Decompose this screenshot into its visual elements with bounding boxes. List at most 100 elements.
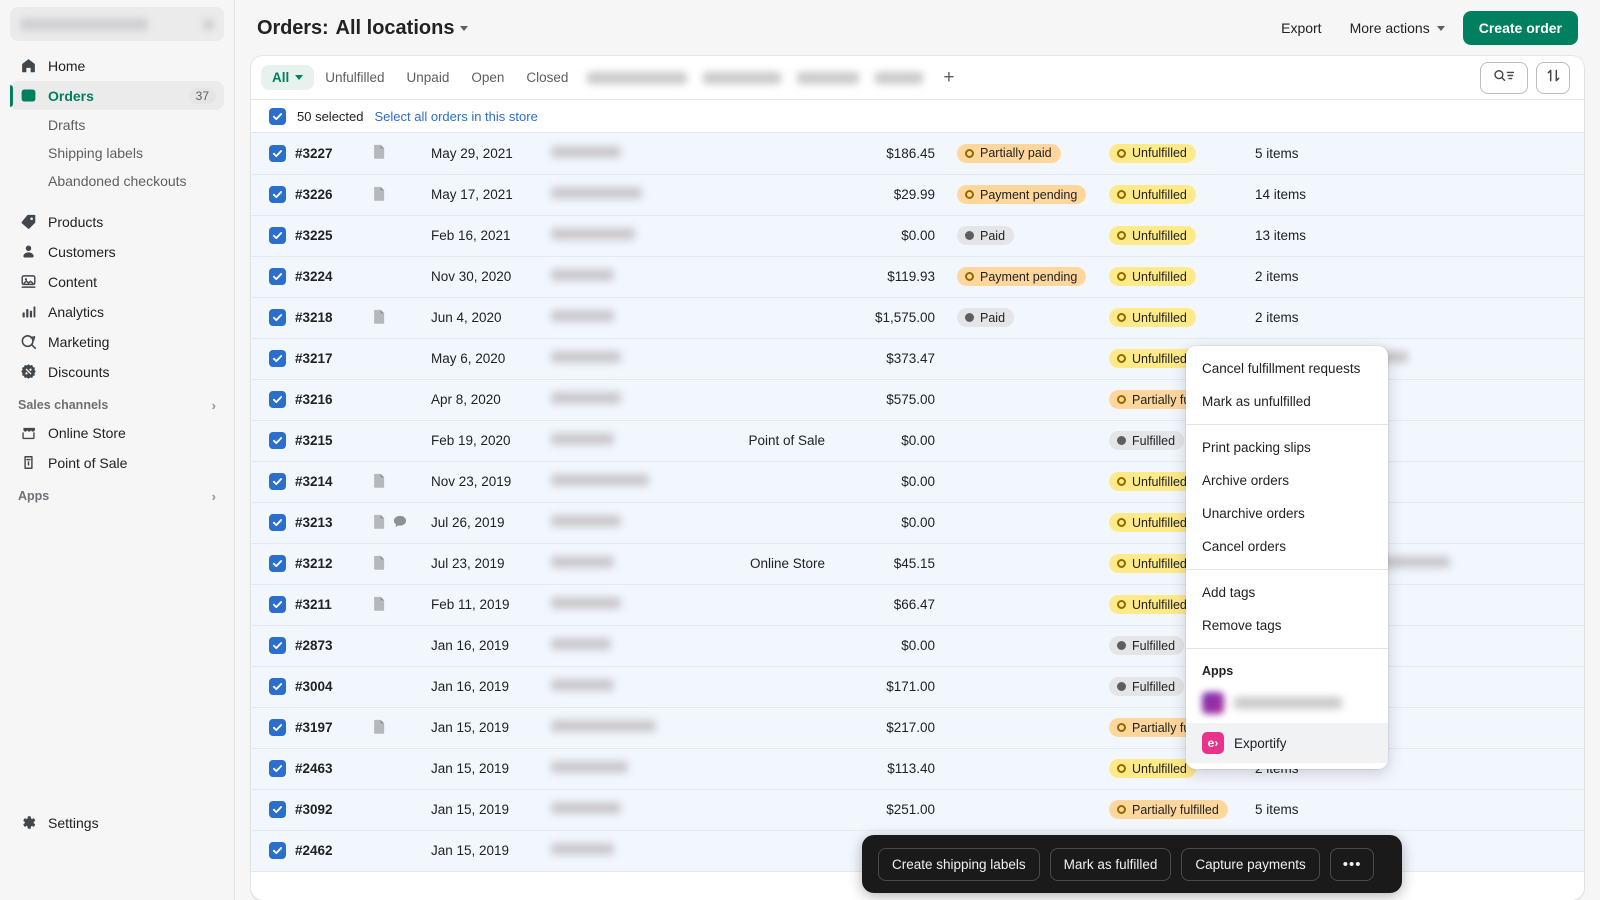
export-button[interactable]: Export bbox=[1271, 13, 1331, 43]
table-row[interactable]: #3226 May 17, 2021 $29.99 Payment pending U… bbox=[251, 174, 1584, 216]
order-customer-cell bbox=[551, 133, 731, 175]
menu-item-app-exportify[interactable]: e› Exportify bbox=[1186, 723, 1388, 763]
sidebar-item-marketing[interactable]: Marketing bbox=[10, 327, 224, 356]
menu-item-add-tags[interactable]: Add tags bbox=[1186, 576, 1388, 609]
order-id-cell[interactable]: #3197 bbox=[295, 707, 373, 749]
more-bulk-actions-button[interactable]: ••• bbox=[1329, 847, 1375, 881]
order-id-cell[interactable]: #3004 bbox=[295, 666, 373, 708]
order-tags-cell bbox=[1357, 338, 1584, 380]
order-id-cell[interactable]: #3225 bbox=[295, 215, 373, 257]
order-id-cell[interactable]: #3217 bbox=[295, 338, 373, 380]
sidebar-item-content[interactable]: Content bbox=[10, 267, 224, 296]
sidebar-item-settings[interactable]: Settings bbox=[10, 808, 224, 837]
row-checkbox[interactable] bbox=[269, 760, 286, 777]
row-checkbox[interactable] bbox=[269, 309, 286, 326]
tab-custom-1[interactable] bbox=[579, 67, 695, 89]
table-row[interactable]: #3224 Nov 30, 2020 $119.93 Payment pending… bbox=[251, 256, 1584, 298]
sort-button[interactable] bbox=[1536, 61, 1570, 94]
order-id-cell[interactable]: #2873 bbox=[295, 625, 373, 667]
row-checkbox[interactable] bbox=[269, 596, 286, 613]
row-checkbox[interactable] bbox=[269, 719, 286, 736]
order-id-cell[interactable]: #3212 bbox=[295, 543, 373, 585]
mark-as-fulfilled-button[interactable]: Mark as fulfilled bbox=[1049, 847, 1172, 881]
row-checkbox[interactable] bbox=[269, 637, 286, 654]
sales-channels-header[interactable]: Sales channels › bbox=[10, 392, 224, 418]
sidebar-item-orders[interactable]: Orders 37 bbox=[10, 81, 224, 110]
row-checkbox[interactable] bbox=[269, 678, 286, 695]
row-checkbox[interactable] bbox=[269, 227, 286, 244]
sidebar-item-drafts[interactable]: Drafts bbox=[10, 111, 224, 139]
store-switcher[interactable] bbox=[10, 7, 224, 41]
order-id-cell[interactable]: #2462 bbox=[295, 830, 373, 872]
tab-custom-3[interactable] bbox=[789, 67, 867, 89]
location-filter-dropdown[interactable]: All locations bbox=[336, 17, 469, 40]
sidebar-item-online-store[interactable]: Online Store bbox=[10, 418, 224, 447]
row-checkbox[interactable] bbox=[269, 432, 286, 449]
order-date-cell: Jun 4, 2020 bbox=[431, 297, 551, 339]
comment-bubble-icon bbox=[393, 515, 407, 531]
tab-closed[interactable]: Closed bbox=[515, 65, 579, 90]
menu-item-archive-orders[interactable]: Archive orders bbox=[1186, 464, 1388, 497]
row-checkbox[interactable] bbox=[269, 842, 286, 859]
sidebar-item-customers[interactable]: Customers bbox=[10, 237, 224, 266]
create-order-button[interactable]: Create order bbox=[1462, 11, 1578, 45]
menu-item-print-packing-slips[interactable]: Print packing slips bbox=[1186, 431, 1388, 464]
sidebar-item-products[interactable]: Products bbox=[10, 207, 224, 236]
tab-custom-2[interactable] bbox=[695, 67, 789, 89]
sidebar-item-shipping-labels[interactable]: Shipping labels bbox=[10, 139, 224, 167]
row-checkbox[interactable] bbox=[269, 391, 286, 408]
more-actions-button[interactable]: More actions bbox=[1340, 13, 1455, 43]
order-id-cell[interactable]: #2463 bbox=[295, 748, 373, 790]
row-checkbox[interactable] bbox=[269, 555, 286, 572]
row-checkbox[interactable] bbox=[269, 144, 286, 162]
table-row[interactable]: #3218 Jun 4, 2020 $1,575.00 Paid Unfulfille… bbox=[251, 297, 1584, 339]
tab-all[interactable]: All bbox=[261, 65, 315, 90]
select-all-orders-link[interactable]: Select all orders in this store bbox=[375, 109, 538, 124]
sidebar-item-abandoned-checkouts[interactable]: Abandoned checkouts bbox=[10, 167, 224, 195]
tab-unpaid[interactable]: Unpaid bbox=[396, 65, 461, 90]
row-checkbox[interactable] bbox=[269, 268, 286, 285]
row-checkbox-cell bbox=[251, 379, 295, 421]
search-filter-button[interactable] bbox=[1480, 61, 1528, 94]
tab-unfulfilled[interactable]: Unfulfilled bbox=[314, 65, 395, 90]
row-checkbox[interactable] bbox=[269, 186, 286, 203]
sidebar-item-discounts[interactable]: Discounts bbox=[10, 357, 224, 386]
select-all-checkbox[interactable] bbox=[269, 107, 286, 125]
row-checkbox[interactable] bbox=[269, 514, 286, 531]
order-id-cell[interactable]: #3216 bbox=[295, 379, 373, 421]
tab-custom-4[interactable] bbox=[867, 67, 931, 89]
order-id-cell[interactable]: #3226 bbox=[295, 174, 373, 216]
table-row[interactable]: #3227 May 29, 2021 $186.45 Partially paid U… bbox=[251, 133, 1584, 175]
sidebar-item-home[interactable]: Home bbox=[10, 51, 224, 80]
order-id-cell[interactable]: #3214 bbox=[295, 461, 373, 503]
menu-item-cancel-orders[interactable]: Cancel orders bbox=[1186, 530, 1388, 563]
order-id-cell[interactable]: #3092 bbox=[295, 789, 373, 831]
menu-item-app-blurred[interactable] bbox=[1186, 683, 1388, 723]
row-checkbox[interactable] bbox=[269, 350, 286, 367]
add-tab-button[interactable]: + bbox=[931, 66, 966, 89]
sidebar-item-analytics[interactable]: Analytics bbox=[10, 297, 224, 326]
marketing-megaphone-icon bbox=[18, 332, 38, 352]
status-dot-icon bbox=[1117, 190, 1126, 199]
menu-item-remove-tags[interactable]: Remove tags bbox=[1186, 609, 1388, 642]
order-id-cell[interactable]: #3213 bbox=[295, 502, 373, 544]
order-id-cell[interactable]: #3227 bbox=[295, 133, 373, 175]
tab-open[interactable]: Open bbox=[460, 65, 515, 90]
table-row[interactable]: #3092 Jan 15, 2019 $251.00 Partially fulfi… bbox=[251, 789, 1584, 831]
menu-item-mark-as-unfulfilled[interactable]: Mark as unfulfilled bbox=[1186, 385, 1388, 418]
row-checkbox[interactable] bbox=[269, 801, 286, 818]
apps-header[interactable]: Apps › bbox=[10, 483, 224, 509]
customers-person-icon bbox=[18, 242, 38, 262]
table-row[interactable]: #3225 Feb 16, 2021 $0.00 Paid Unfulfilled 13… bbox=[251, 215, 1584, 257]
order-id-cell[interactable]: #3224 bbox=[295, 256, 373, 298]
menu-item-unarchive-orders[interactable]: Unarchive orders bbox=[1186, 497, 1388, 530]
order-id-cell[interactable]: #3211 bbox=[295, 584, 373, 626]
create-shipping-labels-button[interactable]: Create shipping labels bbox=[878, 847, 1040, 881]
order-id-cell[interactable]: #3218 bbox=[295, 297, 373, 339]
capture-payments-button[interactable]: Capture payments bbox=[1181, 847, 1320, 881]
order-tags-cell bbox=[1357, 707, 1584, 749]
menu-item-cancel-fulfillment-requests[interactable]: Cancel fulfillment requests bbox=[1186, 352, 1388, 385]
order-id-cell[interactable]: #3215 bbox=[295, 420, 373, 462]
sidebar-item-point-of-sale[interactable]: Point of Sale bbox=[10, 448, 224, 477]
row-checkbox[interactable] bbox=[269, 473, 286, 490]
